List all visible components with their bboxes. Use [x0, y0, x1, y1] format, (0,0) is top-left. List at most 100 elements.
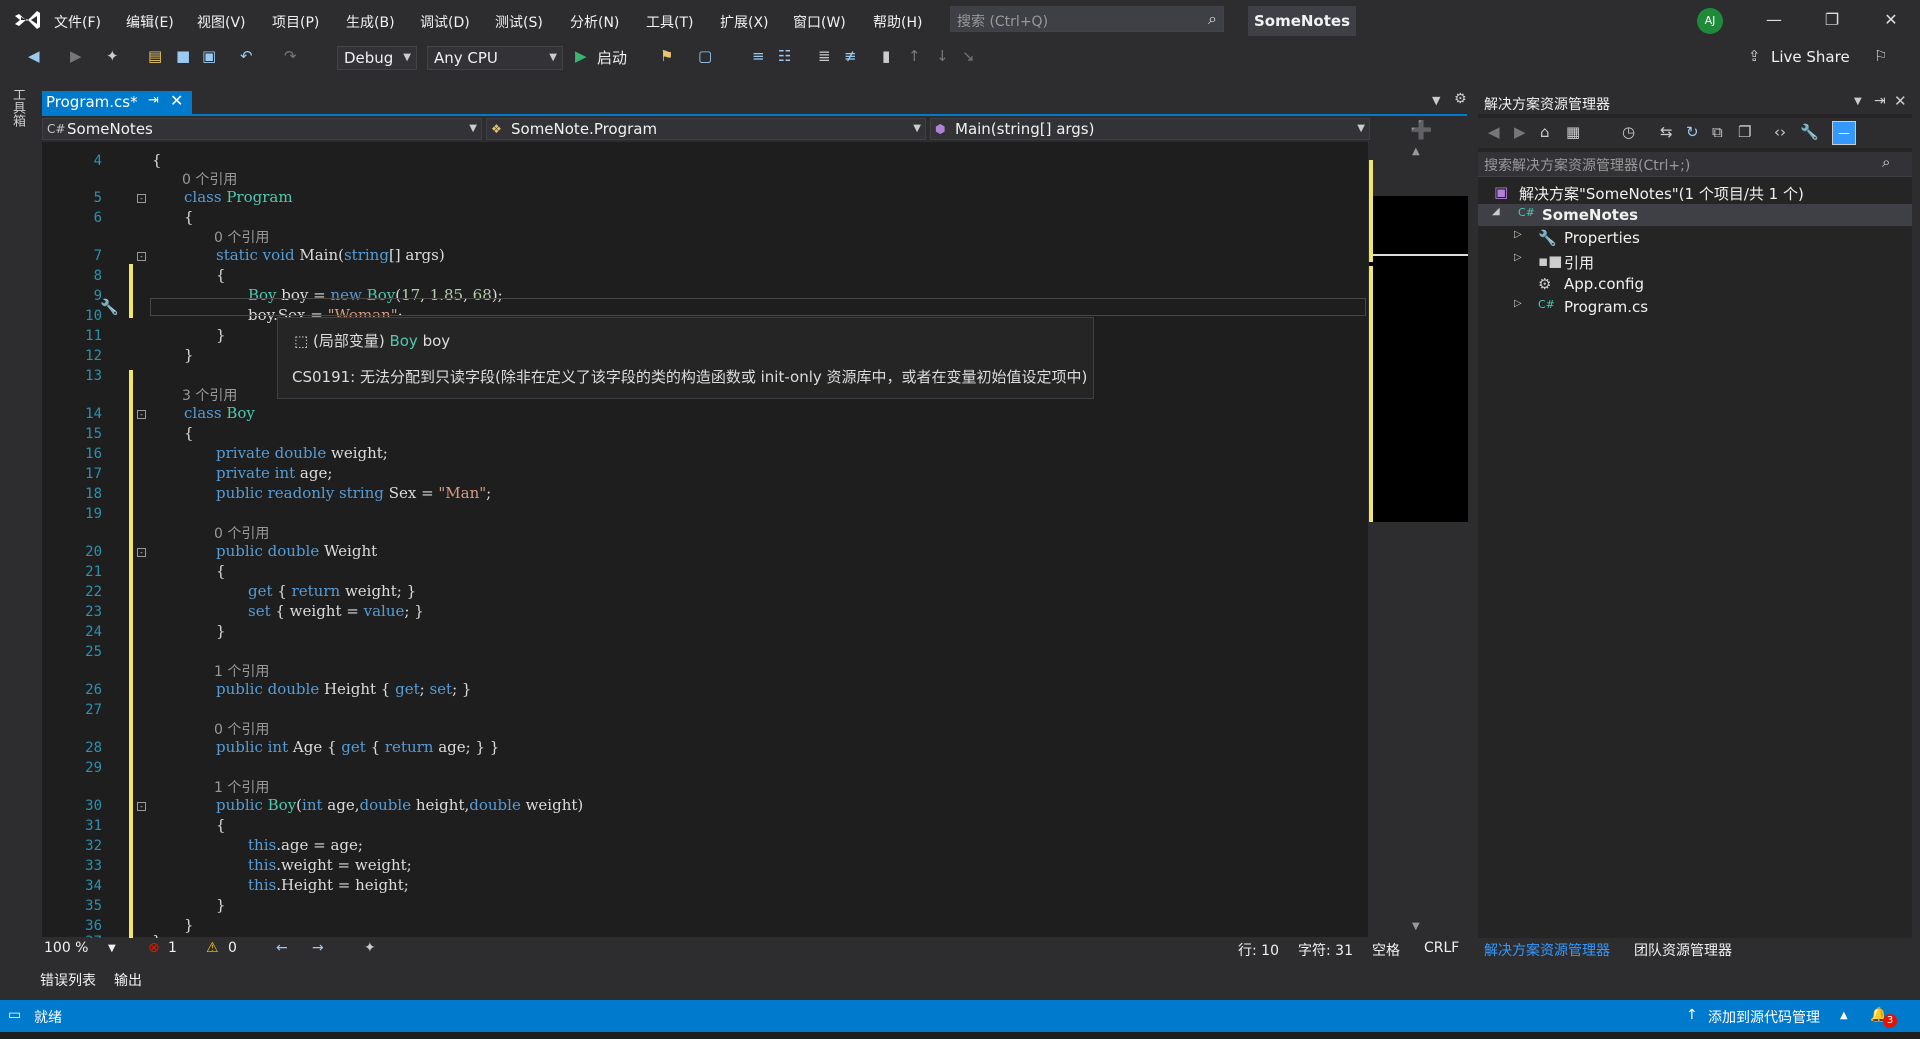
code-line[interactable]: public int Age { get { return age; } } [216, 738, 499, 756]
previous-issue-icon[interactable]: ← [276, 940, 288, 956]
clear-bookmarks-icon[interactable]: ↘ [962, 47, 975, 65]
error-icon[interactable]: ⊗ [148, 940, 160, 956]
comment-icon[interactable]: ≢ [844, 47, 857, 65]
code-line[interactable]: static void Main(string[] args) [216, 246, 445, 264]
indent-icon[interactable]: ≣ [818, 47, 831, 65]
menu-test[interactable]: 测试(S) [495, 12, 543, 32]
code-line[interactable]: { [184, 424, 194, 442]
tab-output[interactable]: 输出 [114, 970, 142, 990]
scroll-up-icon[interactable]: ▲ [1412, 146, 1420, 157]
collapse-region-icon[interactable]: - [137, 194, 146, 203]
tree-item-app-config[interactable]: App.config [1564, 275, 1644, 293]
chevron-down-icon[interactable]: ▼ [1854, 96, 1862, 107]
tab-team-explorer[interactable]: 团队资源管理器 [1634, 940, 1732, 960]
show-all-files-icon[interactable]: ❐ [1738, 123, 1751, 141]
collapse-region-icon[interactable]: - [137, 252, 146, 261]
tab-error-list[interactable]: 错误列表 [40, 970, 96, 990]
tab-list-chevron-down-icon[interactable]: ▼ [1432, 94, 1440, 107]
menu-help[interactable]: 帮助(H) [873, 12, 922, 32]
properties-wrench-icon[interactable]: 🔧 [1800, 123, 1819, 141]
undo-icon[interactable]: ↶ [240, 47, 253, 65]
notification-count[interactable]: 3 [1883, 1014, 1897, 1028]
codelens-references[interactable]: 0 个引用 [182, 169, 237, 189]
start-button[interactable]: 启动 [597, 47, 627, 68]
refresh-icon[interactable]: ↻ [1686, 123, 1699, 141]
start-icon[interactable]: ▶ [575, 47, 587, 65]
tree-solution-node[interactable]: 解决方案"SomeNotes"(1 个项目/共 1 个) [1519, 183, 1804, 204]
pin-icon[interactable]: ⇥ [148, 93, 159, 108]
home-icon[interactable]: ⌂ [1540, 123, 1550, 141]
toolbox-strip[interactable]: 工具箱 [8, 88, 30, 148]
code-line[interactable]: private double weight; [216, 444, 388, 462]
code-line[interactable]: } [216, 622, 226, 640]
code-line[interactable]: this.age = age; [248, 836, 363, 854]
scroll-down-icon[interactable]: ▼ [1412, 921, 1420, 932]
expanded-arrow-icon[interactable]: ◢ [1492, 206, 1500, 217]
chevron-up-icon[interactable]: ▲ [1840, 1010, 1848, 1021]
warning-icon[interactable]: ⚠ [206, 940, 219, 956]
menu-analyze[interactable]: 分析(N) [570, 12, 619, 32]
member-dropdown[interactable]: ⬢ Main(string[] args) ▼ [930, 118, 1370, 140]
code-line[interactable]: private int age; [216, 464, 332, 482]
pin-icon[interactable]: ⇥ [1874, 93, 1886, 109]
zoom-dropdown[interactable]: 100 % [44, 940, 88, 956]
browser-icon[interactable]: ▢ [698, 47, 712, 65]
code-line[interactable]: this.weight = weight; [248, 856, 412, 874]
tree-item-program-cs[interactable]: Program.cs [1564, 298, 1648, 316]
format-icon[interactable]: ☷ [778, 47, 791, 65]
project-dropdown[interactable]: C# SomeNotes ▼ [42, 118, 482, 140]
back-icon[interactable]: ◀ [1488, 123, 1500, 141]
collapsed-arrow-icon[interactable]: ▷ [1514, 298, 1522, 309]
forward-icon[interactable]: ▶ [70, 47, 82, 65]
switch-views-icon[interactable]: ▦ [1566, 123, 1580, 141]
code-line[interactable]: { [184, 208, 194, 226]
collapse-region-icon[interactable]: - [137, 410, 146, 419]
code-line[interactable]: { [216, 562, 226, 580]
codelens-references[interactable]: 0 个引用 [214, 523, 269, 543]
upload-icon[interactable]: ↑ [1686, 1007, 1698, 1023]
configuration-dropdown[interactable]: Debug ▼ [337, 46, 417, 70]
minimize-icon[interactable]: — [1754, 6, 1794, 34]
next-issue-icon[interactable]: → [312, 940, 324, 956]
menu-window[interactable]: 窗口(W) [793, 12, 846, 32]
code-line[interactable]: } [184, 916, 194, 934]
warning-count[interactable]: 0 [228, 940, 237, 956]
tree-project-node[interactable]: SomeNotes [1542, 206, 1638, 224]
code-line[interactable]: } [216, 326, 226, 344]
menu-tools[interactable]: 工具(T) [646, 12, 693, 32]
attach-icon[interactable]: ⚑ [660, 47, 673, 65]
prev-bookmark-icon[interactable]: ↑ [908, 47, 921, 65]
code-line[interactable]: { [152, 151, 162, 169]
close-icon[interactable]: ✕ [1894, 92, 1907, 110]
solution-explorer-search[interactable]: 搜索解决方案资源管理器(Ctrl+;) ⌕ [1478, 152, 1912, 177]
save-all-icon[interactable]: ▣ [202, 47, 216, 65]
line-ending-indicator[interactable]: CRLF [1424, 940, 1459, 956]
bookmark-icon[interactable]: ▮ [882, 47, 890, 65]
collapsed-arrow-icon[interactable]: ▷ [1514, 252, 1522, 263]
codelens-references[interactable]: 3 个引用 [182, 385, 237, 405]
menu-build[interactable]: 生成(B) [346, 12, 395, 32]
code-line[interactable]: } [216, 896, 226, 914]
codelens-references[interactable]: 1 个引用 [214, 777, 269, 797]
code-line[interactable]: { [216, 816, 226, 834]
platform-dropdown[interactable]: Any CPU ▼ [427, 46, 563, 70]
avatar[interactable]: AJ [1697, 8, 1723, 34]
next-bookmark-icon[interactable]: ↓ [936, 47, 949, 65]
code-line[interactable]: class Boy [184, 404, 255, 422]
live-share-icon[interactable]: ⇪ [1748, 47, 1761, 65]
code-line[interactable]: this.Height = height; [248, 876, 409, 894]
tab-solution-explorer[interactable]: 解决方案资源管理器 [1484, 940, 1610, 960]
codelens-references[interactable]: 0 个引用 [214, 227, 269, 247]
code-line[interactable]: public double Weight [216, 542, 377, 560]
restore-icon[interactable]: ❐ [1812, 6, 1852, 34]
menu-edit[interactable]: 编辑(E) [126, 12, 174, 32]
quick-actions-wrench-icon[interactable]: 🔧 [100, 298, 119, 316]
tab-program-cs[interactable]: Program.cs* ⇥ ✕ [42, 91, 192, 114]
whitespace-indicator[interactable]: 空格 [1372, 940, 1400, 960]
visual-studio-logo-icon[interactable] [12, 8, 42, 32]
gear-icon[interactable]: ⚙ [1454, 91, 1467, 107]
code-line[interactable]: public Boy(int age,double height,double … [216, 796, 583, 814]
codelens-references[interactable]: 0 个引用 [214, 719, 269, 739]
menu-file[interactable]: 文件(F) [54, 12, 101, 32]
menu-view[interactable]: 视图(V) [197, 12, 246, 32]
